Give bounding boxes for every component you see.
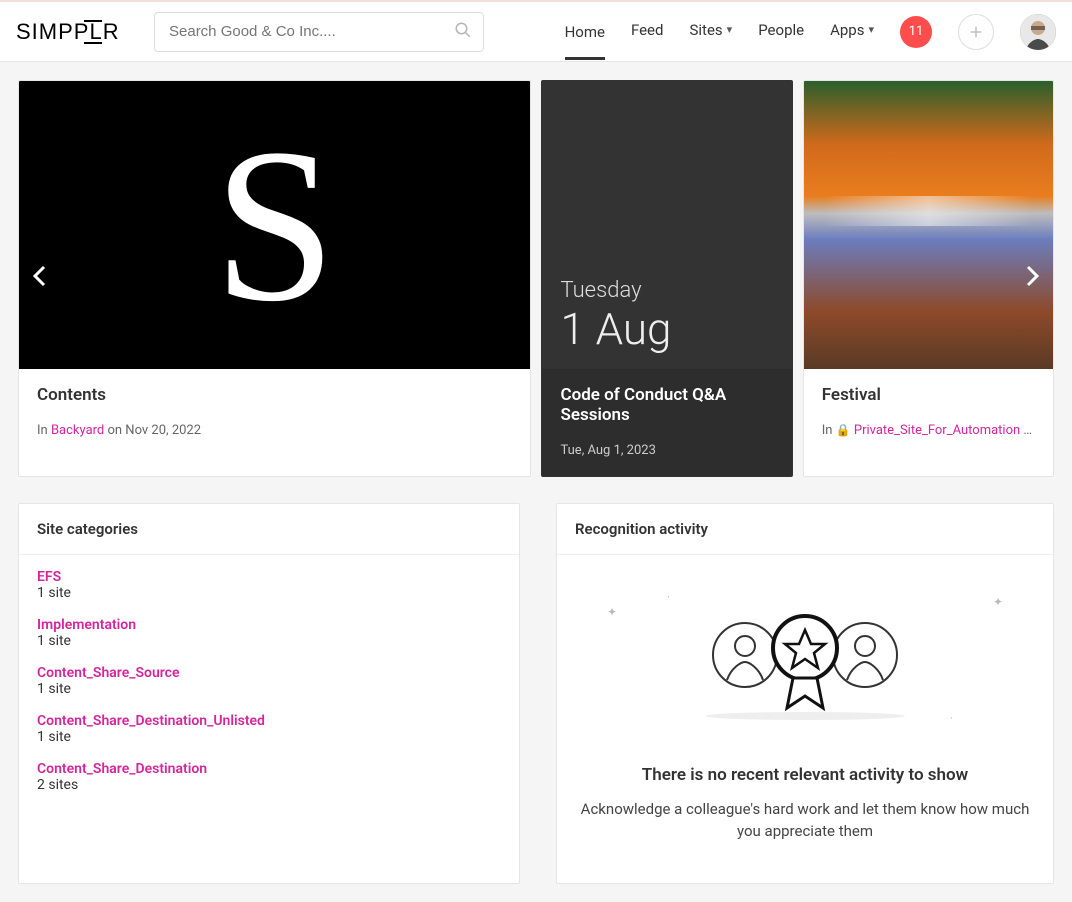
card-meta-prefix: In — [822, 423, 836, 438]
carousel-card-event[interactable]: Tuesday 1 Aug Code of Conduct Q&A Sessio… — [541, 80, 792, 477]
card-meta-suffix: on M… — [1020, 423, 1035, 438]
global-search — [154, 12, 484, 52]
empty-state-text: Acknowledge a colleague's hard work and … — [577, 799, 1033, 843]
category-count: 1 site — [37, 633, 501, 649]
lock-icon: 🔒 — [836, 423, 851, 437]
featured-carousel: S Contents In Backyard on Nov 20, 2022 T… — [18, 80, 1054, 477]
primary-nav: Home Feed Sites ▾ People Apps ▾ 11 — [565, 4, 1056, 60]
category-link[interactable]: Content_Share_Destination — [37, 761, 501, 777]
sparkle-icon: ✦ — [607, 605, 617, 619]
category-count: 1 site — [37, 729, 501, 745]
search-input[interactable] — [154, 12, 484, 52]
card-hero-image — [804, 81, 1053, 369]
category-item: Implementation 1 site — [19, 609, 519, 657]
card-meta: Tue, Aug 1, 2023 — [560, 443, 773, 458]
user-avatar[interactable] — [1020, 14, 1056, 50]
brand-logo[interactable]: SIMPPLR — [16, 19, 140, 45]
nav-sites-label: Sites — [689, 21, 722, 39]
carousel-next[interactable] — [1018, 265, 1048, 293]
card-meta-prefix: In — [37, 423, 51, 438]
recognition-illustration: ✦ ✦ · · — [577, 585, 1033, 735]
card-body: Contents In Backyard on Nov 20, 2022 — [19, 369, 530, 476]
card-hero-image: S — [19, 81, 530, 369]
recognition-panel: Recognition activity ✦ ✦ · · — [556, 503, 1054, 884]
carousel-card-contents[interactable]: S Contents In Backyard on Nov 20, 2022 — [18, 80, 531, 477]
award-icon — [675, 600, 935, 720]
card-title: Festival — [822, 385, 1035, 405]
panel-title: Recognition activity — [557, 504, 1053, 555]
nav-feed[interactable]: Feed — [631, 21, 664, 43]
sparkle-icon: · — [667, 590, 670, 604]
category-link[interactable]: Implementation — [37, 617, 501, 633]
nav-home[interactable]: Home — [565, 23, 605, 60]
category-item: Content_Share_Destination_Unlisted 1 sit… — [19, 705, 519, 753]
card-site-link[interactable]: Private_Site_For_Automation — [854, 423, 1020, 438]
letter-s-graphic: S — [214, 115, 336, 335]
page-content: S Contents In Backyard on Nov 20, 2022 T… — [0, 62, 1072, 902]
card-meta: In 🔒 Private_Site_For_Automation on M… — [822, 423, 1035, 438]
svg-text:SIMPPLR: SIMPPLR — [16, 19, 120, 44]
recognition-empty-state: ✦ ✦ · · — [557, 555, 1053, 883]
category-list: EFS 1 site Implementation 1 site Content… — [19, 555, 519, 807]
chevron-down-icon: ▾ — [868, 23, 874, 36]
search-icon[interactable] — [454, 21, 472, 43]
site-categories-panel: Site categories EFS 1 site Implementatio… — [18, 503, 520, 884]
nav-people[interactable]: People — [758, 21, 804, 43]
event-date: 1 Aug — [560, 303, 671, 355]
nav-apps-label: Apps — [830, 21, 864, 39]
nav-sites[interactable]: Sites ▾ — [689, 21, 732, 43]
carousel-card-festival[interactable]: Festival In 🔒 Private_Site_For_Automatio… — [803, 80, 1054, 477]
card-title: Code of Conduct Q&A Sessions — [560, 385, 773, 425]
card-site-link[interactable]: Backyard — [51, 423, 104, 438]
category-item: EFS 1 site — [19, 561, 519, 609]
notification-badge[interactable]: 11 — [900, 16, 932, 48]
panel-title: Site categories — [19, 504, 519, 555]
chevron-down-icon: ▾ — [727, 23, 733, 36]
card-hero-date: Tuesday 1 Aug — [542, 81, 791, 369]
add-button[interactable] — [958, 14, 994, 50]
sparkle-icon: ✦ — [993, 595, 1003, 609]
category-link[interactable]: Content_Share_Destination_Unlisted — [37, 713, 501, 729]
top-nav-bar: SIMPPLR Home Feed Sites ▾ People Apps ▾ … — [0, 0, 1072, 62]
category-count: 1 site — [37, 585, 501, 601]
event-day: Tuesday — [560, 278, 641, 303]
card-body: Festival In 🔒 Private_Site_For_Automatio… — [804, 369, 1053, 476]
category-item: Content_Share_Source 1 site — [19, 657, 519, 705]
category-count: 1 site — [37, 681, 501, 697]
nav-apps[interactable]: Apps ▾ — [830, 21, 874, 43]
card-body: Code of Conduct Q&A Sessions Tue, Aug 1,… — [542, 369, 791, 476]
card-meta-suffix: on Nov 20, 2022 — [104, 423, 201, 438]
category-count: 2 sites — [37, 777, 501, 793]
category-link[interactable]: Content_Share_Source — [37, 665, 501, 681]
category-item: Content_Share_Destination 2 sites — [19, 753, 519, 801]
card-meta: In Backyard on Nov 20, 2022 — [37, 423, 512, 438]
sparkle-icon: · — [950, 711, 953, 725]
empty-state-title: There is no recent relevant activity to … — [577, 765, 1033, 785]
carousel-prev[interactable] — [24, 265, 54, 293]
card-title: Contents — [37, 385, 512, 405]
lower-panels: Site categories EFS 1 site Implementatio… — [18, 503, 1054, 884]
category-link[interactable]: EFS — [37, 569, 501, 585]
